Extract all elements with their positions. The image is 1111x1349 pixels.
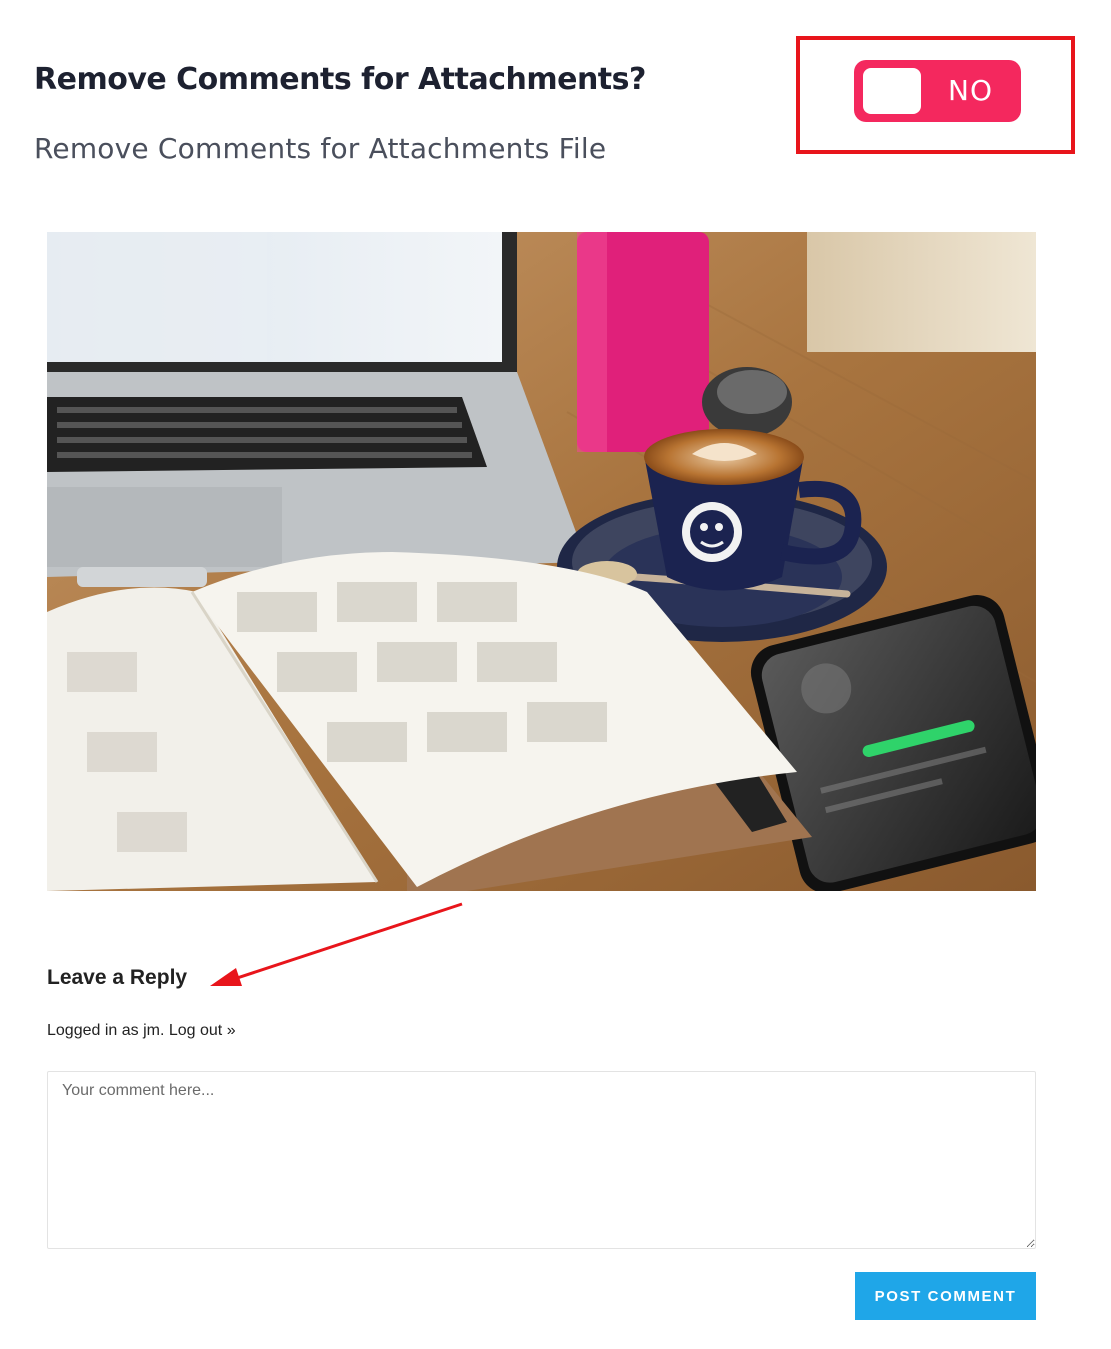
logged-in-text: Logged in as jm. Log out » (47, 1022, 236, 1040)
post-comment-button[interactable]: POST COMMENT (855, 1272, 1036, 1320)
leave-reply-heading: Leave a Reply (47, 966, 188, 989)
toggle-label: NO (948, 74, 993, 107)
setting-title: Remove Comments for Attachments? (34, 62, 646, 97)
logged-in-label: Logged in as jm. (47, 1022, 165, 1039)
comment-textarea[interactable] (47, 1071, 1036, 1249)
logout-link[interactable]: Log out » (169, 1022, 236, 1039)
toggle-knob[interactable] (863, 68, 921, 114)
attachment-photo (47, 232, 1036, 891)
setting-description: Remove Comments for Attachments File (34, 132, 607, 165)
remove-comments-toggle[interactable]: NO (854, 60, 1021, 122)
photo-illustration (47, 232, 1036, 891)
